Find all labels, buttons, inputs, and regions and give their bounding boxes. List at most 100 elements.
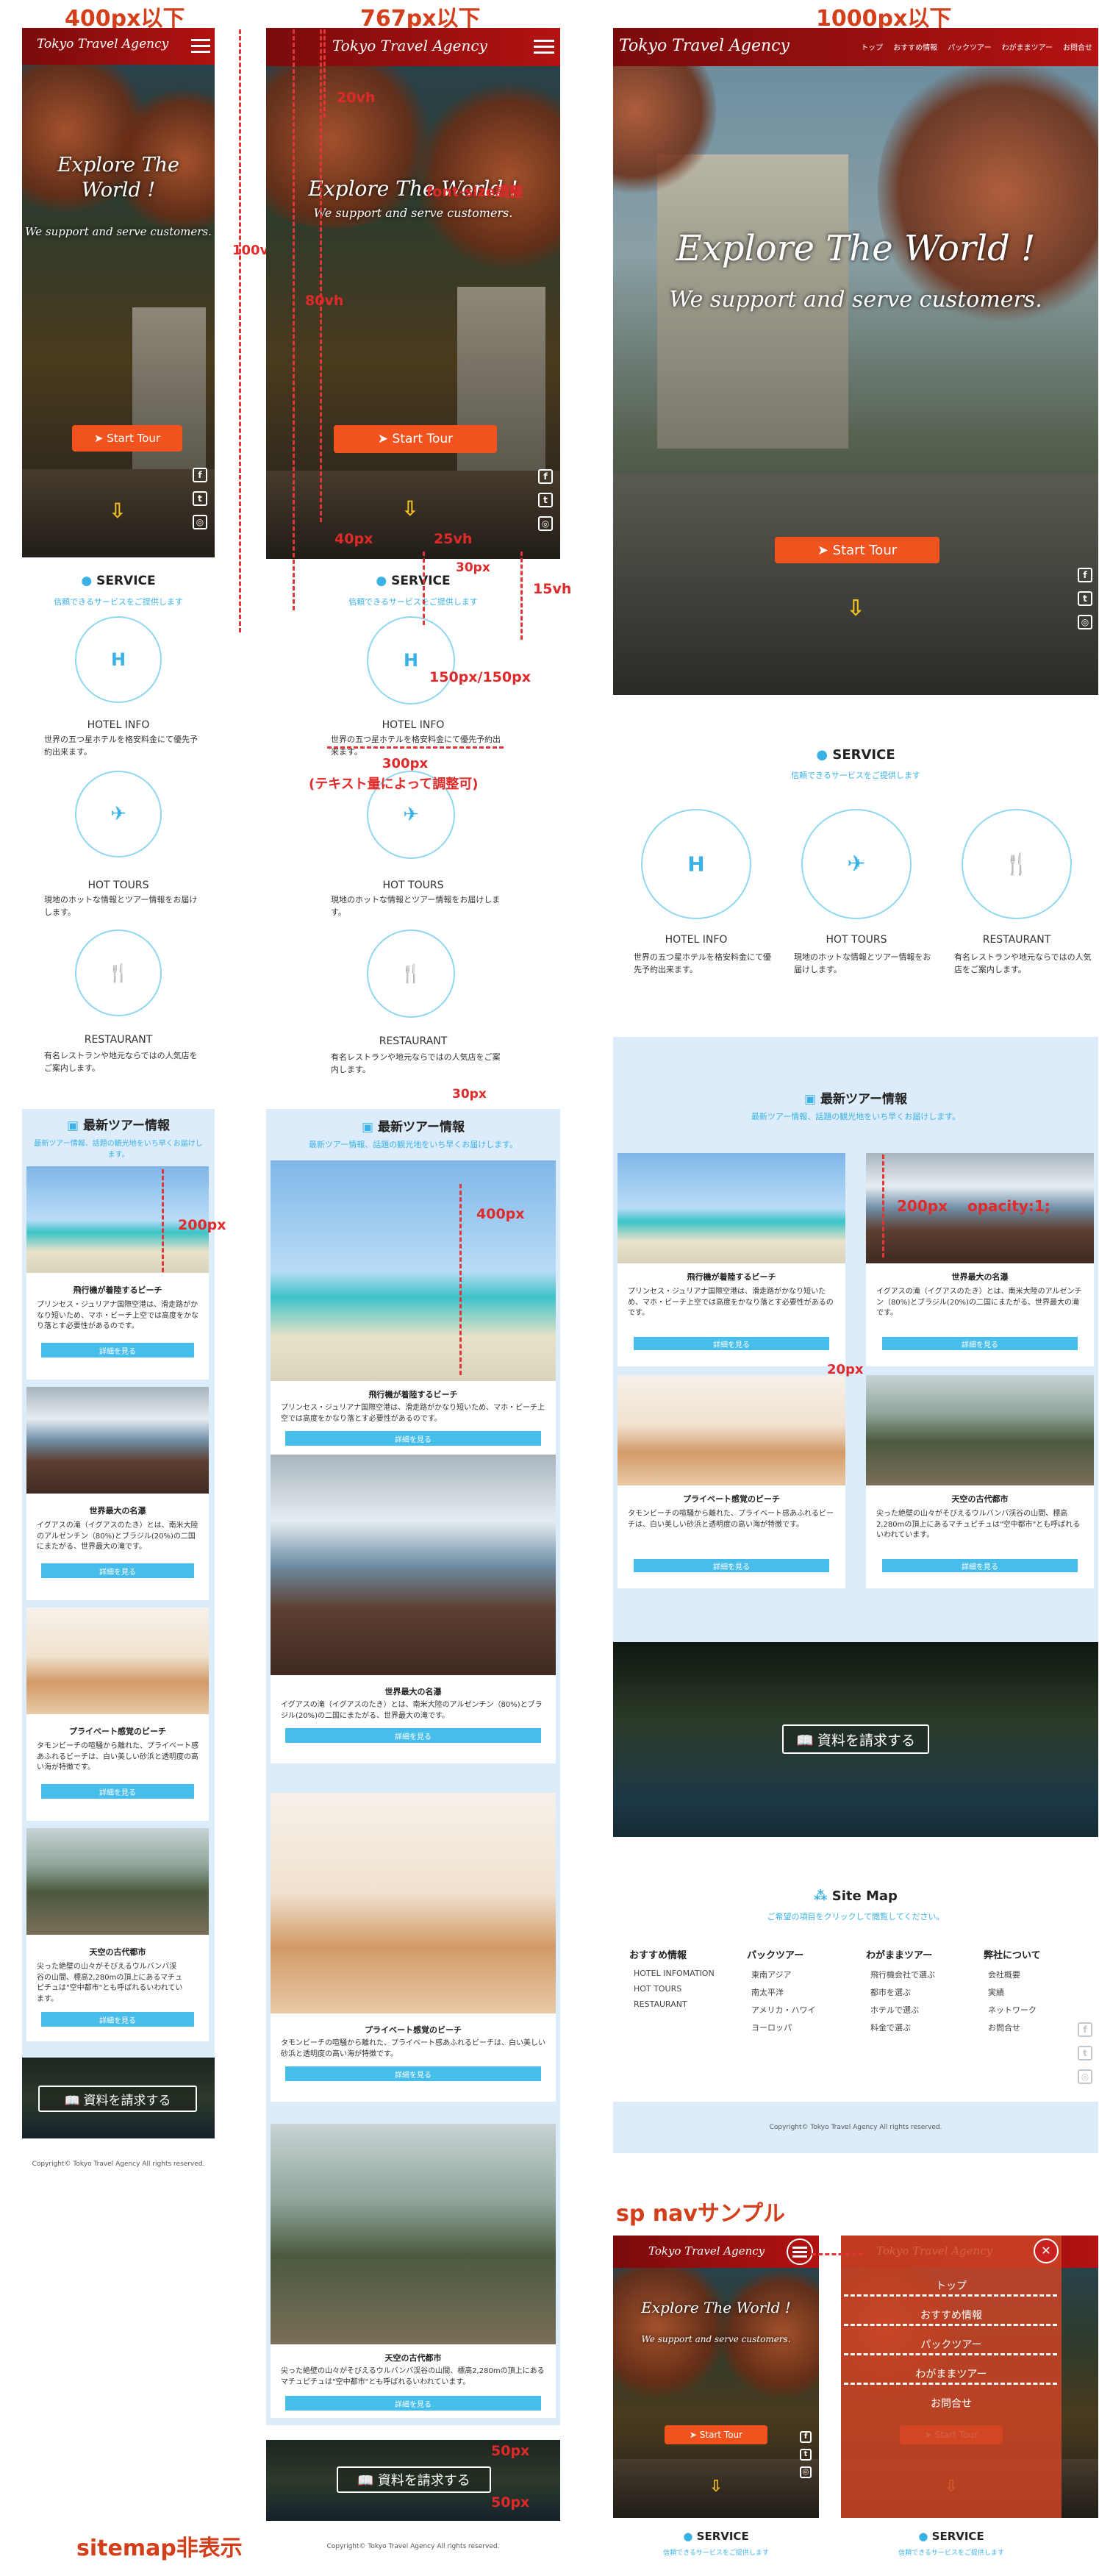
sitemap-link[interactable]: ネットワーク xyxy=(988,2004,1041,2016)
nav-top[interactable]: トップ xyxy=(861,41,883,52)
service-name-hotel: HOTEL INFO xyxy=(665,934,728,946)
tour-detail-button[interactable]: 詳細を見る xyxy=(285,1431,541,1446)
sitemap-link[interactable]: お問合せ xyxy=(988,2022,1041,2033)
instagram-icon[interactable]: ◎ xyxy=(538,516,553,531)
copyright: Copyright© Tokyo Travel Agency All right… xyxy=(32,2161,205,2168)
hamburger-menu-button[interactable] xyxy=(787,2238,813,2265)
sp-nav-sample-closed: Tokyo Travel Agency Explore The World ! … xyxy=(613,2236,819,2576)
tours-subtitle: 最新ツアー情報、話題の観光地をいち早くお届けします。 xyxy=(34,1140,203,1159)
sitemap-link[interactable]: ヨーロッパ xyxy=(751,2022,815,2033)
tour-title: プライベート感覚のビーチ xyxy=(69,1727,166,1736)
hamburger-menu-button[interactable] xyxy=(191,32,210,59)
sp-nav-item-recommend[interactable]: おすすめ情報 xyxy=(841,2308,1062,2322)
tour-detail-button[interactable]: 詳細を見る xyxy=(41,1343,194,1357)
facebook-icon[interactable]: f xyxy=(800,2431,812,2443)
start-tour-button[interactable]: ➤ Start Tour xyxy=(775,537,939,563)
sp-nav-item-custom-tour[interactable]: わがままツアー xyxy=(841,2366,1062,2381)
tour-detail-button[interactable]: 詳細を見る xyxy=(634,1559,829,1572)
sp-nav-item-pack-tour[interactable]: パックツアー xyxy=(841,2337,1062,2352)
close-icon[interactable]: ✕ xyxy=(1034,2238,1059,2263)
sitemap-link[interactable]: HOTEL INFOMATION xyxy=(634,1969,715,1978)
facebook-icon[interactable]: f xyxy=(1078,2022,1092,2037)
sitemap-link[interactable]: 南太平洋 xyxy=(751,1986,815,1998)
hero-section: Explore The World ! We support and serve… xyxy=(613,66,1098,695)
tour-detail-button[interactable]: 詳細を見る xyxy=(285,2066,541,2081)
annotation-30px: 30px xyxy=(456,560,490,575)
twitter-icon[interactable]: t xyxy=(1078,591,1092,606)
sitemap-link[interactable]: 飛行機会社で選ぶ xyxy=(870,1969,935,1980)
tour-detail-button[interactable]: 詳細を見る xyxy=(285,2396,541,2411)
hero-section: Explore The World ! We support and serve… xyxy=(266,66,560,559)
annotation-400px: 400px xyxy=(476,1206,525,1222)
facebook-icon[interactable]: f xyxy=(1078,568,1092,582)
instagram-icon[interactable]: ◎ xyxy=(800,2466,812,2478)
sitemap-heading: おすすめ情報 xyxy=(629,1950,687,1961)
restaurant-icon: 🍴 xyxy=(367,930,455,1018)
annotation-30px-b: 30px xyxy=(452,1087,487,1102)
start-tour-button[interactable]: ➤ Start Tour xyxy=(334,425,497,453)
sitemap-link[interactable]: 実績 xyxy=(988,1986,1041,1998)
tour-detail-button[interactable]: 詳細を見る xyxy=(882,1559,1078,1572)
tour-detail-button[interactable]: 詳細を見る xyxy=(882,1337,1078,1350)
service-desc-restaurant: 有名レストランや地元ならではの人気店をご案内します。 xyxy=(954,952,1092,974)
site-logo[interactable]: Tokyo Travel Agency xyxy=(619,37,790,55)
book-icon: 📖 xyxy=(796,1733,814,1749)
instagram-icon[interactable]: ◎ xyxy=(1078,615,1092,629)
tour-image-waterfall xyxy=(26,1387,209,1494)
hero-subtitle: We support and serve customers. xyxy=(25,225,212,238)
guide-line xyxy=(459,1184,462,1375)
guide-line xyxy=(239,29,241,632)
request-materials-button[interactable]: 📖 資料を請求する xyxy=(782,1724,929,1754)
site-logo[interactable]: Tokyo Travel Agency xyxy=(37,37,168,51)
twitter-icon[interactable]: t xyxy=(193,491,207,506)
nav-custom-tour[interactable]: わがままツアー xyxy=(1002,41,1053,52)
sitemap-link[interactable]: アメリカ・ハワイ xyxy=(751,2004,815,2016)
sitemap-link[interactable]: 会社概要 xyxy=(988,1969,1041,1980)
site-logo[interactable]: Tokyo Travel Agency xyxy=(648,2244,765,2258)
sitemap-link[interactable]: 料金で選ぶ xyxy=(870,2022,935,2033)
scroll-down-icon[interactable]: ⇩ xyxy=(395,496,425,521)
tour-detail-button[interactable]: 詳細を見る xyxy=(41,2012,194,2027)
twitter-icon[interactable]: t xyxy=(800,2449,812,2461)
info-icon: ● xyxy=(683,2530,693,2543)
hotel-icon: H xyxy=(75,616,162,703)
hamburger-menu-button[interactable] xyxy=(534,32,554,60)
annotation-text-width: 300px xyxy=(382,756,429,771)
airplane-icon: ✈ xyxy=(75,771,162,857)
nav-contact[interactable]: お問合せ xyxy=(1063,41,1092,52)
sitemap-link[interactable]: 東南アジア xyxy=(751,1969,815,1980)
service-desc-tours: 現地のホットな情報とツアー情報をお届けします。 xyxy=(44,895,198,917)
sitemap-column: おすすめ情報 HOTEL INFOMATION HOT TOURS RESTAURA… xyxy=(629,1947,715,2009)
facebook-icon[interactable]: f xyxy=(538,469,553,484)
tour-detail-button[interactable]: 詳細を見る xyxy=(634,1337,829,1350)
nav-recommend[interactable]: おすすめ情報 xyxy=(893,41,937,52)
tour-detail-button[interactable]: 詳細を見る xyxy=(41,1784,194,1799)
twitter-icon[interactable]: t xyxy=(538,493,553,507)
tour-desc: イグアスの滝（イグアスのたき）とは、南米大陸のアルゼンチン（80%)とブラジル(… xyxy=(281,1701,543,1720)
sitemap-link[interactable]: HOT TOURS xyxy=(634,1984,715,1994)
tour-detail-button[interactable]: 詳細を見る xyxy=(41,1563,194,1578)
start-tour-button[interactable]: ➤ Start Tour xyxy=(72,425,182,452)
sp-nav-item-top[interactable]: トップ xyxy=(841,2278,1062,2293)
sitemap-subtitle: ご希望の項目をクリックして閲覧してください。 xyxy=(767,1912,945,1922)
scroll-down-icon[interactable]: ⇩ xyxy=(701,2477,731,2496)
instagram-icon[interactable]: ◎ xyxy=(1078,2069,1092,2084)
twitter-icon[interactable]: t xyxy=(1078,2046,1092,2061)
start-tour-button[interactable]: ➤ Start Tour xyxy=(665,2425,767,2444)
annotation-200px: 200px xyxy=(178,1217,226,1233)
request-materials-button[interactable]: 📖 資料を請求する xyxy=(337,2466,491,2493)
sp-nav-item-contact[interactable]: お問合せ xyxy=(841,2396,1062,2411)
nav-pack-tour[interactable]: パックツアー xyxy=(948,41,991,52)
tour-detail-button[interactable]: 詳細を見る xyxy=(285,1728,541,1743)
guide-line xyxy=(320,29,322,522)
scroll-down-icon[interactable]: ⇩ xyxy=(841,596,870,621)
sitemap-link[interactable]: 都市を選ぶ xyxy=(870,1986,935,1998)
site-logo[interactable]: Tokyo Travel Agency xyxy=(332,37,487,54)
request-materials-button[interactable]: 📖 資料を請求する xyxy=(38,2086,197,2112)
scroll-down-icon[interactable]: ⇩ xyxy=(103,499,132,523)
instagram-icon[interactable]: ◎ xyxy=(193,515,207,529)
sitemap-link[interactable]: RESTAURANT xyxy=(634,1999,715,2009)
sitemap-link[interactable]: ホテルで選ぶ xyxy=(870,2004,935,2016)
service-subtitle: 信頼できるサービスをご提供します xyxy=(663,2550,769,2557)
facebook-icon[interactable]: f xyxy=(193,468,207,482)
